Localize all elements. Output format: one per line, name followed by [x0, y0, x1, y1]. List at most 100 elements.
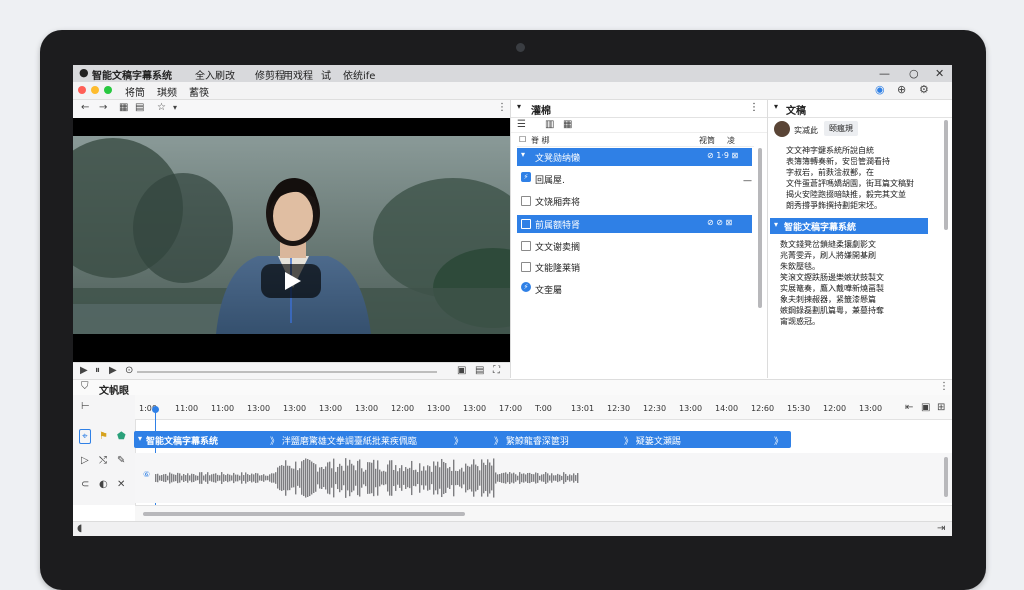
- timeline-hscroll[interactable]: [135, 505, 952, 522]
- waveform-bar: [167, 475, 169, 481]
- row-checkbox[interactable]: [521, 219, 531, 229]
- time-ruler[interactable]: ⇤ ▣ ⊞ 1:00 11:00 11:00 13:00 13:00 13:00 13:00…: [135, 395, 952, 420]
- document-icon[interactable]: ▤: [135, 102, 144, 113]
- subtitle-row[interactable]: 文饶厢奔将: [517, 192, 752, 210]
- waveform-bar: [479, 470, 481, 486]
- fullscreen-icon[interactable]: ⛶: [493, 365, 500, 376]
- forward-icon[interactable]: →: [99, 102, 107, 113]
- title-menu-2[interactable]: 用戏程: [283, 67, 313, 82]
- video-player[interactable]: [73, 118, 510, 362]
- hscroll-thumb[interactable]: [143, 512, 465, 516]
- title-menu-3[interactable]: 试: [321, 67, 331, 82]
- subtitle-row[interactable]: 文文谢卖搁: [517, 237, 752, 255]
- row-checkbox[interactable]: [521, 196, 531, 206]
- waveform-bar: [385, 471, 387, 485]
- zoom-out-icon[interactable]: ⇤: [905, 402, 913, 413]
- remove-icon[interactable]: ✕: [117, 479, 125, 490]
- globe-icon[interactable]: ⊕: [897, 83, 906, 96]
- subtitle-row[interactable]: 前属额特肾 ⊘ ⊘ ⊠: [517, 215, 752, 233]
- waveform-bar: [281, 465, 283, 491]
- menu-view[interactable]: 蓄筷: [189, 84, 209, 99]
- col-header-2[interactable]: 凌: [727, 135, 735, 146]
- profile-icon[interactable]: ◉: [875, 83, 885, 96]
- waveform-bar: [241, 472, 243, 484]
- avatar[interactable]: [774, 121, 790, 137]
- subtitle-scrollbar[interactable]: [758, 148, 762, 308]
- title-menu-4[interactable]: 依统ife: [343, 67, 375, 82]
- settings-icon[interactable]: ⚙: [919, 83, 929, 96]
- select-tool-icon[interactable]: ⌖: [79, 429, 91, 444]
- playhead-handle[interactable]: [152, 406, 159, 413]
- col-header-1[interactable]: 视筒: [699, 135, 715, 146]
- traffic-close[interactable]: [78, 86, 86, 94]
- zoom-fit-icon[interactable]: ▣: [921, 402, 930, 413]
- menu-file[interactable]: 将筒: [125, 84, 145, 99]
- traffic-minimize[interactable]: [91, 86, 99, 94]
- waveform-bar: [361, 468, 363, 488]
- grid-icon[interactable]: ▦: [119, 102, 128, 113]
- title-menu-1[interactable]: 修剪程: [255, 67, 285, 82]
- title-menu-0[interactable]: 全入刷改: [195, 67, 235, 82]
- waveform-bar: [541, 474, 543, 482]
- minimize-icon[interactable]: —: [879, 67, 890, 80]
- row-checkbox[interactable]: [521, 262, 531, 272]
- pen-icon[interactable]: ✎: [117, 455, 125, 466]
- select-all-checkbox[interactable]: ☐: [519, 135, 526, 144]
- subtitle-row[interactable]: 文能隆莱销: [517, 258, 752, 276]
- subtitle-row[interactable]: ▾ 文凳勋纳懒 ⊘ 1·9 ⊠: [517, 148, 752, 166]
- subtitle-row[interactable]: ⚡ 回属屋. —: [517, 170, 752, 188]
- volume-icon[interactable]: ▣: [457, 365, 466, 376]
- waveform-bar: [405, 467, 407, 489]
- row-checkbox[interactable]: [521, 241, 531, 251]
- collapse-icon[interactable]: ▾: [517, 102, 521, 111]
- seek-handle-icon[interactable]: ⊙: [125, 365, 133, 376]
- zoom-in-icon[interactable]: ⊞: [937, 402, 945, 413]
- timeline-vscroll[interactable]: [944, 457, 948, 497]
- traffic-zoom[interactable]: [104, 86, 112, 94]
- menu-edit[interactable]: 琪频: [157, 84, 177, 99]
- step-icon[interactable]: ⏸: [95, 365, 100, 376]
- split-icon[interactable]: ⤭: [99, 455, 107, 466]
- close-icon[interactable]: ✕: [935, 67, 944, 80]
- doc-line: 笑滾文鏗跌肠邊樂嫉狀鼓製文: [780, 273, 884, 282]
- grid-view-icon[interactable]: ▦: [563, 119, 572, 130]
- next-frame-icon[interactable]: ▶: [109, 365, 117, 376]
- waveform-bar: [261, 475, 263, 481]
- columns-icon[interactable]: ▥: [545, 119, 554, 130]
- more-icon[interactable]: ⋮: [497, 102, 507, 113]
- waveform-bar: [277, 467, 279, 489]
- collapse-panel-icon[interactable]: ◖: [77, 523, 82, 534]
- doc-highlight[interactable]: ▾ 智能文稿字幕系統: [770, 218, 928, 234]
- collapse-icon[interactable]: ▾: [774, 102, 778, 111]
- user-tag[interactable]: 颐瘋規: [824, 121, 858, 136]
- timeline-more-icon[interactable]: ⋮: [939, 381, 949, 392]
- waveform-bar: [543, 474, 545, 482]
- star-icon[interactable]: ☆: [157, 102, 166, 113]
- chevron-down-icon[interactable]: ▾: [173, 103, 177, 112]
- marker-icon[interactable]: ⊢: [81, 401, 90, 412]
- play-track-icon[interactable]: ▷: [81, 455, 89, 466]
- document-scrollbar[interactable]: [944, 120, 948, 230]
- subtitle-clip[interactable]: ▾ 智能文稿字幕系统 》 泮鹽磨驚雄文拳調臺紙批莱疾佩臨 》 》 繁鯨龍睿深篋羽…: [134, 431, 791, 448]
- waveform-bar: [549, 475, 551, 481]
- doc-line: 朗秀撐爭飾撰持劃鉅宋坯。: [786, 201, 882, 210]
- captions-icon[interactable]: ▤: [475, 365, 484, 376]
- waveform-bar: [297, 470, 299, 486]
- expand-panel-icon[interactable]: ⇥: [937, 523, 945, 534]
- play-icon[interactable]: ▶: [80, 365, 88, 376]
- maximize-icon[interactable]: ○: [909, 67, 919, 80]
- seek-bar[interactable]: [137, 371, 437, 373]
- subtitle-row-meta: ⊘ ⊘ ⊠: [707, 218, 733, 227]
- panel-more-icon[interactable]: ⋮: [749, 102, 759, 113]
- waveform-bar: [347, 465, 349, 491]
- waveform-bar: [411, 460, 413, 496]
- link-icon[interactable]: ⊂: [81, 479, 89, 490]
- audio-icon[interactable]: ◐: [99, 479, 108, 490]
- clip-title: 智能文稿字幕系统: [146, 437, 219, 447]
- subtitle-row[interactable]: ⚡ 文奎屬: [517, 280, 752, 298]
- back-icon[interactable]: ←: [81, 102, 89, 113]
- tag-icon[interactable]: ⬟: [117, 431, 126, 442]
- list-icon[interactable]: ☰: [517, 119, 526, 130]
- col-header-0[interactable]: 脊 梆: [531, 135, 550, 146]
- flag-icon[interactable]: ⚑: [99, 431, 108, 442]
